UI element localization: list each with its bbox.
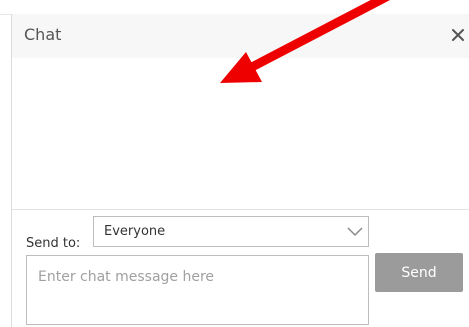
close-icon	[452, 29, 464, 41]
recipient-dropdown[interactable]: Everyone	[93, 216, 369, 247]
chevron-down-icon	[347, 227, 363, 237]
chat-message-input[interactable]	[26, 255, 369, 325]
send-button[interactable]: Send	[375, 253, 463, 292]
window-top-strip	[0, 0, 469, 15]
chat-message-list	[12, 58, 469, 210]
send-to-label: Send to:	[26, 236, 81, 251]
chat-title: Chat	[24, 25, 62, 44]
close-button[interactable]	[448, 24, 468, 46]
recipient-selected-value: Everyone	[104, 224, 166, 239]
chat-panel: Chat Send to: Everyone Send	[11, 14, 469, 327]
chat-header: Chat	[12, 14, 469, 58]
